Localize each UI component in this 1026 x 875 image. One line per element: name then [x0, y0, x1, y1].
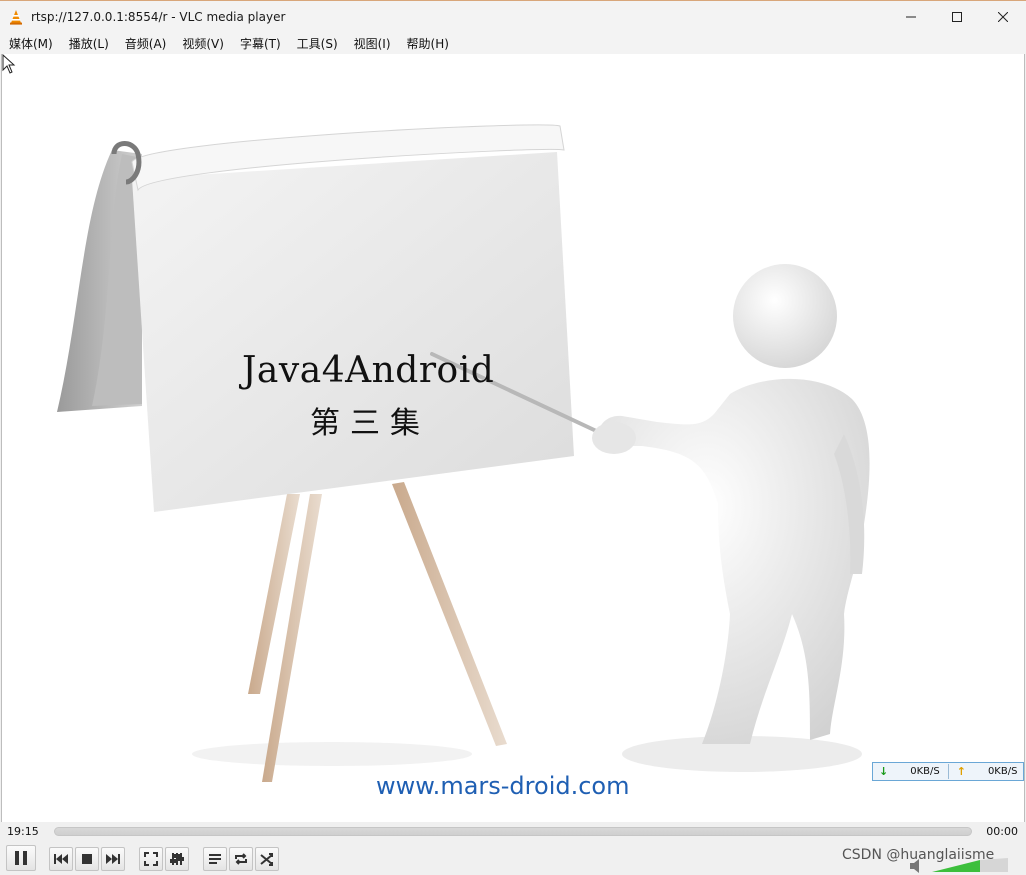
video-area[interactable]: Java4Android 第三集 www.mars-droid.com ↓ 0K…	[1, 54, 1025, 822]
upload-speed: 0KB/S	[987, 766, 1018, 777]
window-title: rtsp://127.0.0.1:8554/r - VLC media play…	[31, 9, 286, 24]
maximize-button[interactable]	[934, 1, 980, 33]
pause-icon	[15, 851, 27, 865]
vlc-cone-icon	[10, 9, 22, 25]
stop-icon	[82, 854, 92, 864]
next-button[interactable]	[101, 847, 125, 871]
slide-title: Java4Android	[242, 350, 495, 391]
extended-settings-button[interactable]	[165, 847, 189, 871]
loop-button[interactable]	[229, 847, 253, 871]
menu-subtitle[interactable]: 字幕(T)	[240, 35, 281, 52]
skip-forward-icon	[106, 854, 120, 864]
menu-help[interactable]: 帮助(H)	[407, 35, 449, 52]
remaining-time[interactable]: 00:00	[986, 825, 1018, 838]
download-arrow-icon: ↓	[879, 765, 889, 778]
video-frame-illustration	[57, 124, 870, 782]
playlist-button[interactable]	[203, 847, 227, 871]
stop-button[interactable]	[75, 847, 99, 871]
download-speed: 0KB/S	[910, 766, 940, 777]
network-speed-widget: ↓ 0KB/S ↑ 0KB/S	[872, 762, 1024, 781]
speaker-icon	[910, 859, 919, 873]
elapsed-time: 19:15	[7, 825, 39, 838]
menu-video[interactable]: 视频(V)	[182, 35, 224, 52]
pause-button[interactable]	[6, 845, 36, 871]
shuffle-button[interactable]	[255, 847, 279, 871]
slide-url: www.mars-droid.com	[376, 772, 630, 800]
menu-bar: 媒体(M) 播放(L) 音频(A) 视频(V) 字幕(T) 工具(S) 视图(I…	[0, 32, 1026, 54]
menu-media[interactable]: 媒体(M)	[9, 35, 53, 52]
skip-back-icon	[54, 854, 68, 864]
menu-tools[interactable]: 工具(S)	[297, 35, 338, 52]
equalizer-icon	[170, 853, 184, 865]
minimize-icon	[906, 16, 916, 18]
divider	[947, 764, 949, 779]
control-bar: CSDN @huanglaiisme	[0, 842, 1026, 875]
maximize-icon	[952, 12, 962, 22]
close-icon	[998, 12, 1008, 22]
repeat-icon	[235, 853, 247, 865]
seek-bar: 19:15 00:00	[0, 822, 1026, 842]
upload-arrow-icon: ↑	[956, 765, 966, 778]
seek-slider[interactable]	[54, 827, 972, 836]
mouse-cursor-icon	[2, 54, 16, 74]
minimize-button[interactable]	[888, 1, 934, 33]
previous-button[interactable]	[49, 847, 73, 871]
close-button[interactable]	[980, 1, 1026, 33]
title-bar: rtsp://127.0.0.1:8554/r - VLC media play…	[0, 0, 1026, 32]
menu-playback[interactable]: 播放(L)	[69, 35, 109, 52]
shuffle-icon	[260, 853, 273, 866]
slide-subtitle: 第三集	[310, 406, 430, 441]
playlist-icon	[209, 854, 221, 864]
menu-audio[interactable]: 音频(A)	[125, 35, 167, 52]
menu-view[interactable]: 视图(I)	[354, 35, 391, 52]
volume-slider[interactable]	[910, 858, 1018, 874]
fullscreen-icon	[144, 852, 158, 866]
fullscreen-button[interactable]	[139, 847, 163, 871]
